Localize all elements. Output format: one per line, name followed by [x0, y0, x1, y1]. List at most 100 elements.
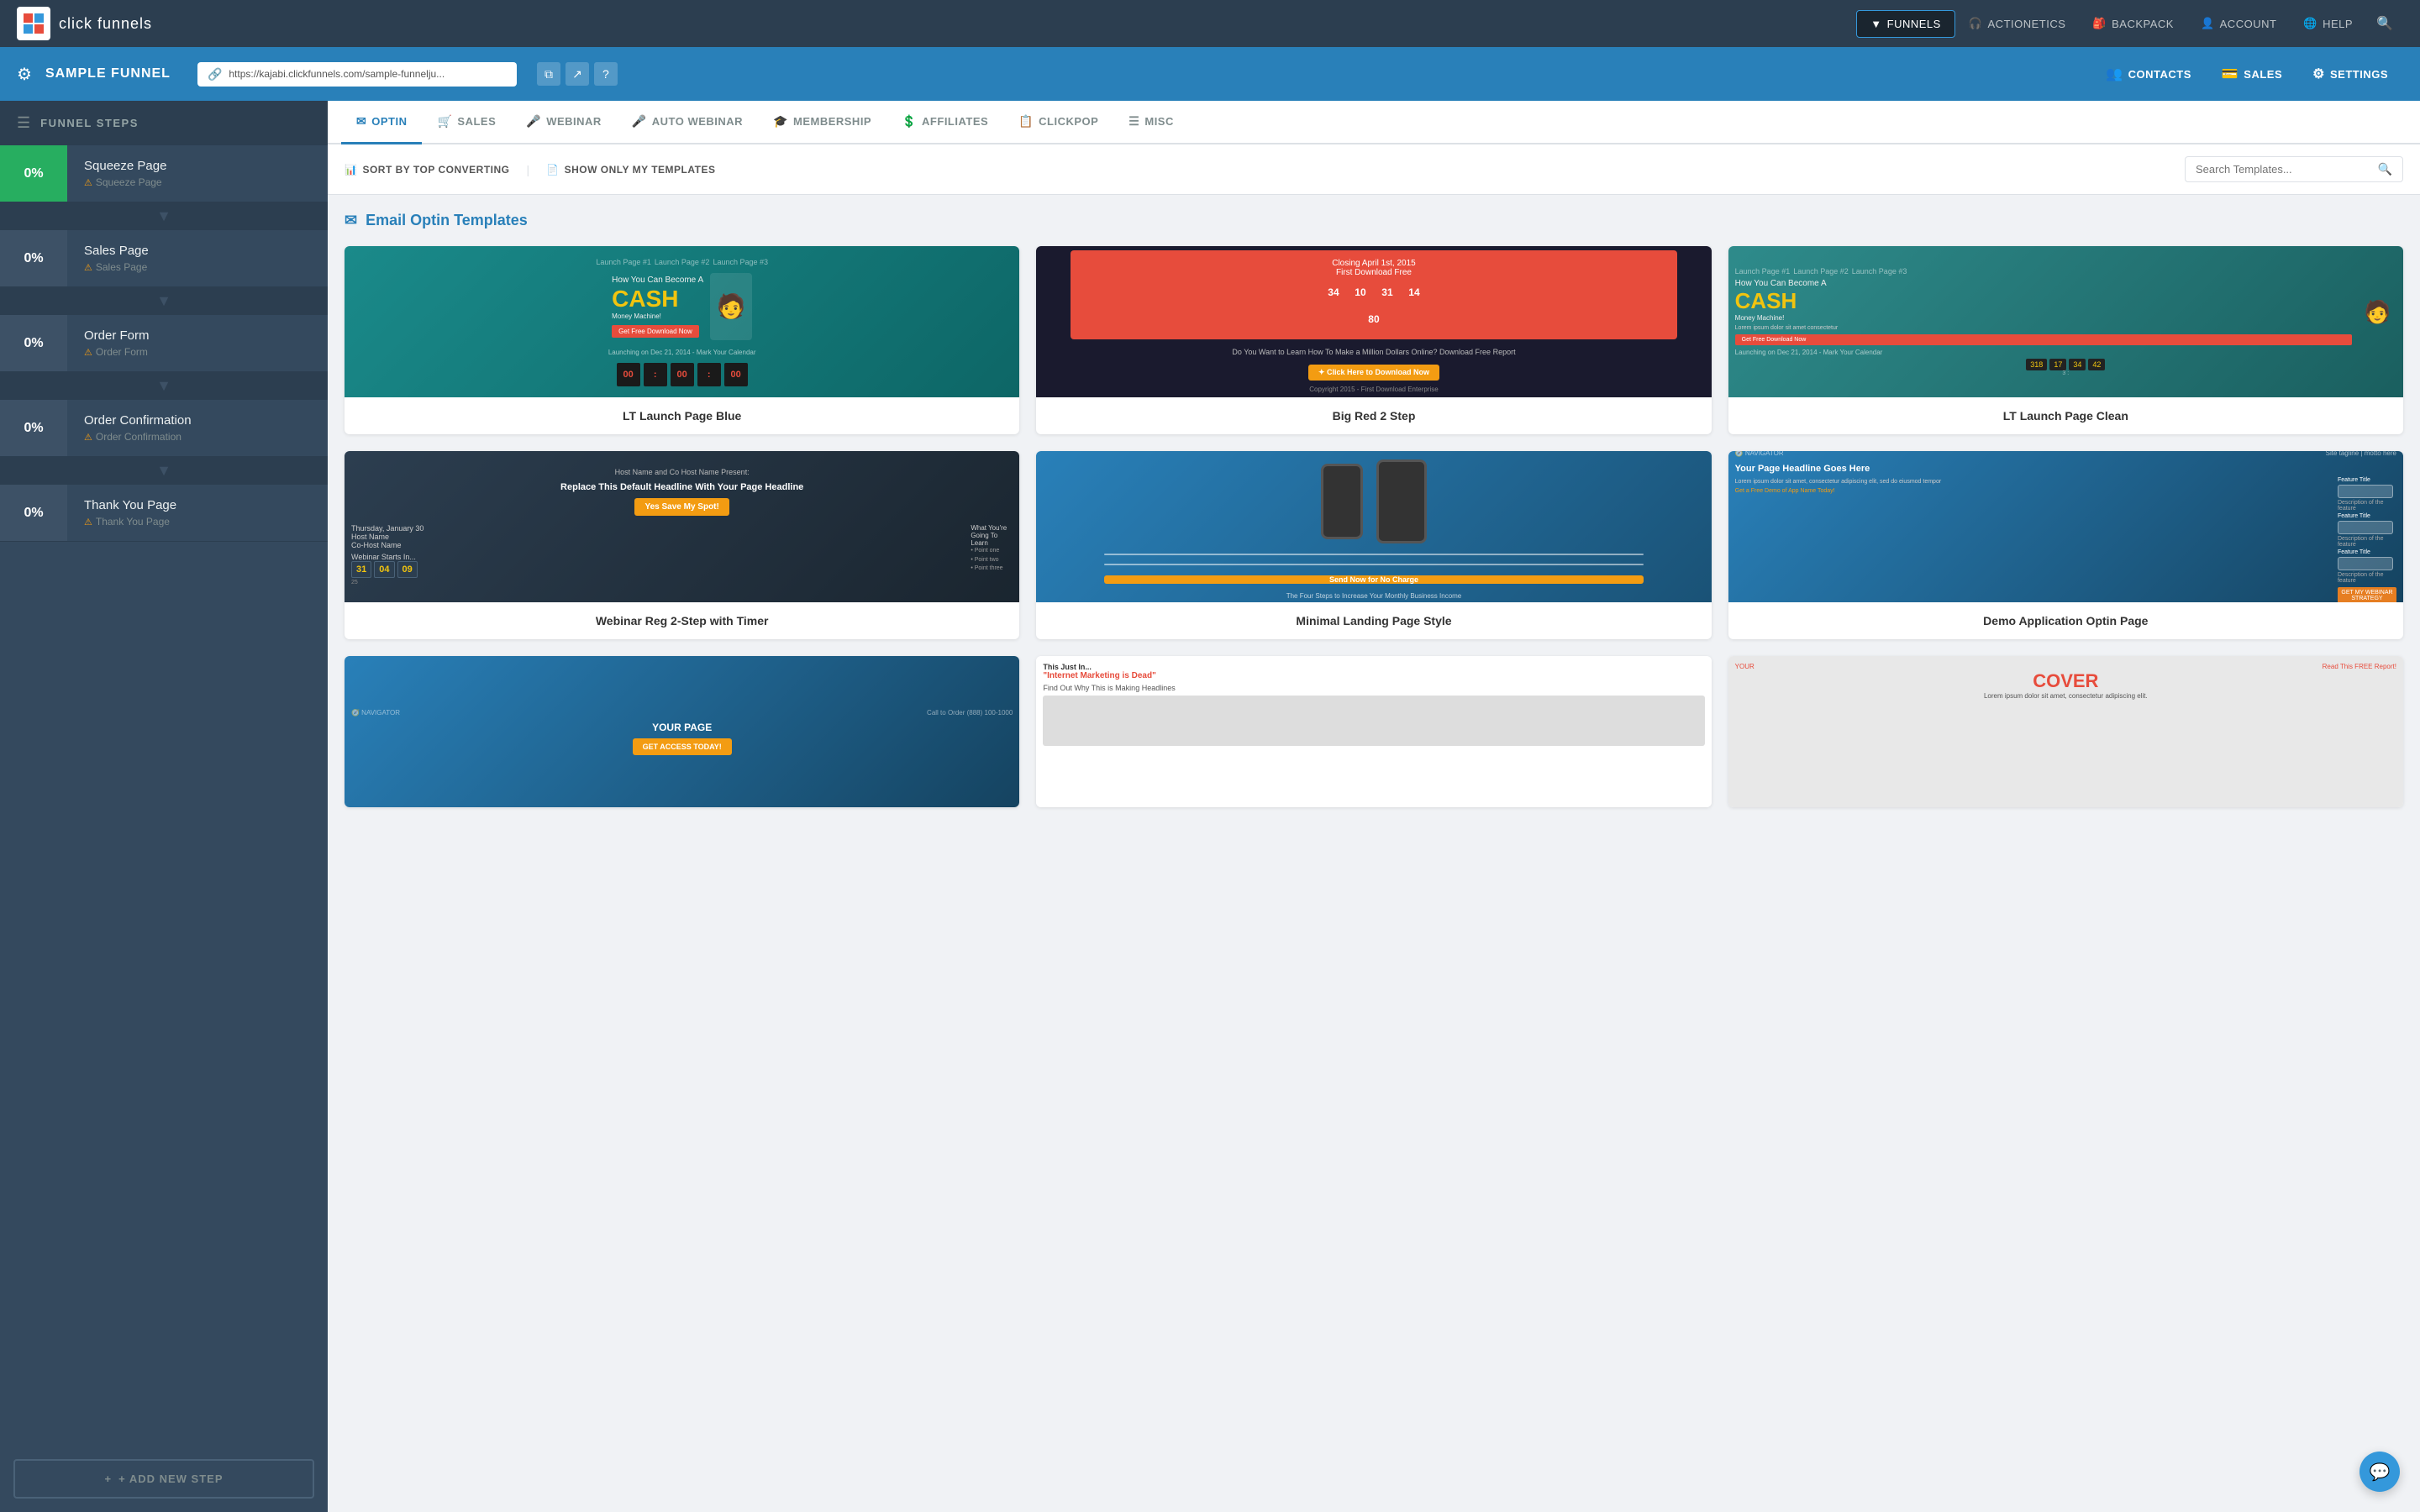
nav-item-actionetics[interactable]: 🎧 ACTIONETICS [1955, 10, 2080, 37]
step-arrow-1: ▼ [156, 207, 171, 225]
thumb-webinar-timer: 31 04 09 [351, 561, 965, 578]
funnel-step-orderconf[interactable]: 0% Order Confirmation ⚠ Order Confirmati… [0, 400, 328, 457]
funnel-bar: ⚙ SAMPLE FUNNEL 🔗 https://kajabi.clickfu… [0, 47, 2420, 101]
tab-affiliates[interactable]: 💲 AFFILIATES [886, 101, 1003, 144]
thumb-demo-nav: 🧭 NAVIGATOR Site tagline | motto here [1735, 451, 2396, 457]
section-title: ✉ Email Optin Templates [345, 212, 2403, 229]
thumb-count-lt-clean: 318 17 34 42 [2026, 359, 2105, 370]
step-sub-thankyou: ⚠ Thank You Page [84, 516, 311, 528]
template-card-minimal[interactable]: Get Instant Access Send Now for No Charg… [1036, 451, 1711, 639]
count-sep2: : [697, 363, 721, 386]
template-search-input[interactable] [2196, 163, 2371, 176]
warn-icon-thankyou: ⚠ [84, 517, 92, 528]
sidebar-menu-icon[interactable]: ☰ [17, 114, 30, 132]
template-card-demo[interactable]: 🧭 NAVIGATOR Site tagline | motto here Yo… [1728, 451, 2403, 639]
nav-item-funnels[interactable]: ▼ FUNNELS [1856, 10, 1955, 38]
tab-membership[interactable]: 🎓 MEMBERSHIP [758, 101, 886, 144]
form-field-email [1104, 564, 1644, 565]
template-card-webinar[interactable]: Host Name and Co Host Name Present: Repl… [345, 451, 1019, 639]
nav-item-help[interactable]: 🌐 HELP [2290, 10, 2366, 37]
templates-area: ✉ Email Optin Templates Launch Page #1La… [328, 195, 2420, 1512]
copy-url-button[interactable]: ⧉ [537, 62, 560, 86]
sales-icon: 💳 [2222, 66, 2238, 82]
open-url-button[interactable]: ↗ [566, 62, 589, 86]
step-sub-squeeze: ⚠ Squeeze Page [84, 176, 311, 188]
phone-mockup-1 [1321, 464, 1363, 539]
char-emoji-lt-clean: 🧑 [2364, 299, 2391, 325]
template-card-cover[interactable]: YOUR Read This FREE Report! COVER Lorem … [1728, 656, 2403, 807]
show-only-label: SHOW ONLY MY TEMPLATES [565, 164, 716, 176]
tab-webinar[interactable]: 🎤 WEBINAR [511, 101, 617, 144]
demo-site: Site tagline | motto here [2326, 451, 2396, 457]
demo-field-3 [2338, 557, 2394, 570]
backpack-label: BACKPACK [2112, 18, 2174, 30]
template-thumb-inner-demo: 🧭 NAVIGATOR Site tagline | motto here Yo… [1728, 451, 2403, 602]
tab-misc[interactable]: ☰ MISC [1113, 101, 1189, 144]
template-card-lt-launch-blue[interactable]: Launch Page #1Launch Page #2Launch Page … [345, 246, 1019, 434]
funnel-step-orderform[interactable]: 0% Order Form ⚠ Order Form [0, 315, 328, 372]
template-card-navigator[interactable]: 🧭 NAVIGATOR Call to Order (888) 100-1000… [345, 656, 1019, 807]
info-button[interactable]: ? [594, 62, 618, 86]
nav-item-backpack[interactable]: 🎒 BACKPACK [2079, 10, 2187, 37]
count-sep1: : [644, 363, 667, 386]
link-icon: 🔗 [208, 67, 222, 81]
funnel-step-thankyou[interactable]: 0% Thank You Page ⚠ Thank You Page [0, 485, 328, 542]
thumb-id-image [1043, 696, 1704, 746]
thumb-webinar-details: Thursday, January 30Host NameCo-Host Nam… [351, 524, 1013, 585]
sales-action[interactable]: 💳 SALES [2207, 59, 2297, 89]
funnel-url-area: 🔗 https://kajabi.clickfunnels.com/sample… [197, 62, 517, 87]
count-mins: 00 [671, 363, 694, 386]
warn-icon-sales: ⚠ [84, 262, 92, 273]
warn-icon-orderconf: ⚠ [84, 432, 92, 443]
filter-bar: 📊 SORT BY TOP CONVERTING | 📄 SHOW ONLY M… [328, 144, 2420, 195]
thumb-description: Do You Want to Learn How To Make a Milli… [1228, 344, 1518, 360]
thumb-minimal-sub: The Four Steps to Increase Your Monthly … [1286, 592, 1462, 600]
help-label: HELP [2323, 18, 2353, 30]
template-thumb-inner-minimal: Get Instant Access Send Now for No Charg… [1036, 451, 1711, 602]
backpack-icon: 🎒 [2092, 17, 2107, 30]
tab-autowebinar[interactable]: 🎤 AUTO WEBINAR [617, 101, 758, 144]
section-title-text: Email Optin Templates [366, 212, 528, 229]
template-card-big-red[interactable]: Closing April 1st, 2015First Download Fr… [1036, 246, 1711, 434]
thumb-timer-row2: 80 [1084, 307, 1665, 331]
thumb-nav-nav: 🧭 NAVIGATOR Call to Order (888) 100-1000 [351, 709, 1013, 717]
step-percent-orderform: 0% [0, 315, 67, 371]
tab-clickpop[interactable]: 📋 CLICKPOP [1003, 101, 1113, 144]
step-info-orderconf: Order Confirmation ⚠ Order Confirmation [67, 400, 328, 456]
contacts-action[interactable]: 👥 CONTACTS [2091, 59, 2207, 89]
thumb-webinar-right: What You're Going To Learn • Point one• … [971, 524, 1013, 585]
help-icon: 🌐 [2303, 17, 2317, 30]
demo-feat-desc-1: Description of the feature [2338, 500, 2396, 512]
funnels-label: FUNNELS [1887, 18, 1941, 30]
funnel-settings-icon[interactable]: ⚙ [17, 64, 32, 85]
template-search[interactable]: 🔍 [2185, 156, 2403, 182]
add-new-step-button[interactable]: + + ADD NEW STEP [13, 1459, 314, 1499]
nav-item-account[interactable]: 👤 ACCOUNT [2187, 10, 2290, 37]
thumb-download-btn: ✦ Click Here to Download Now [1308, 365, 1439, 381]
count-31: 31 [1376, 281, 1399, 304]
main-area: ☰ FUNNEL STEPS 0% Squeeze Page ⚠ Squeeze… [0, 101, 2420, 1512]
top-nav-search-button[interactable]: 🔍 [2366, 8, 2403, 39]
webinar-tab-icon: 🎤 [526, 114, 541, 129]
thumb-headline: How You Can Become A [612, 275, 703, 286]
sort-by-button[interactable]: 📊 SORT BY TOP CONVERTING [345, 160, 509, 179]
tab-optin[interactable]: ✉ OPTIN [341, 101, 422, 144]
funnel-step-squeeze[interactable]: 0% Squeeze Page ⚠ Squeeze Page [0, 145, 328, 202]
form-submit-btn: Send Now for No Charge [1104, 575, 1644, 584]
filter-divider: | [526, 163, 529, 176]
top-nav: click funnels ▼ FUNNELS 🎧 ACTIONETICS 🎒 … [0, 0, 2420, 47]
autowebinar-tab-icon: 🎤 [632, 114, 647, 129]
funnels-icon: ▼ [1870, 18, 1881, 30]
settings-action[interactable]: ⚙ SETTINGS [2297, 59, 2403, 89]
template-name-lt-clean: LT Launch Page Clean [1728, 397, 2403, 434]
thumb-character: 🧑 [710, 273, 752, 340]
funnel-step-sales[interactable]: 0% Sales Page ⚠ Sales Page [0, 230, 328, 287]
thumb-desc-lt-clean: Lorem ipsum dolor sit amet consectetur [1735, 325, 2352, 331]
template-card-internet-dead[interactable]: This Just In... "Internet Marketing is D… [1036, 656, 1711, 807]
tab-sales[interactable]: 🛒 SALES [422, 101, 511, 144]
sidebar-header: ☰ FUNNEL STEPS [0, 101, 328, 145]
show-only-my-button[interactable]: 📄 SHOW ONLY MY TEMPLATES [546, 160, 715, 179]
template-card-lt-clean[interactable]: Launch Page #1Launch Page #2Launch Page … [1728, 246, 2403, 434]
chat-support-button[interactable]: 💬 [2360, 1452, 2400, 1492]
thumb-cta-lt-clean: Get Free Download Now [1735, 334, 2352, 345]
